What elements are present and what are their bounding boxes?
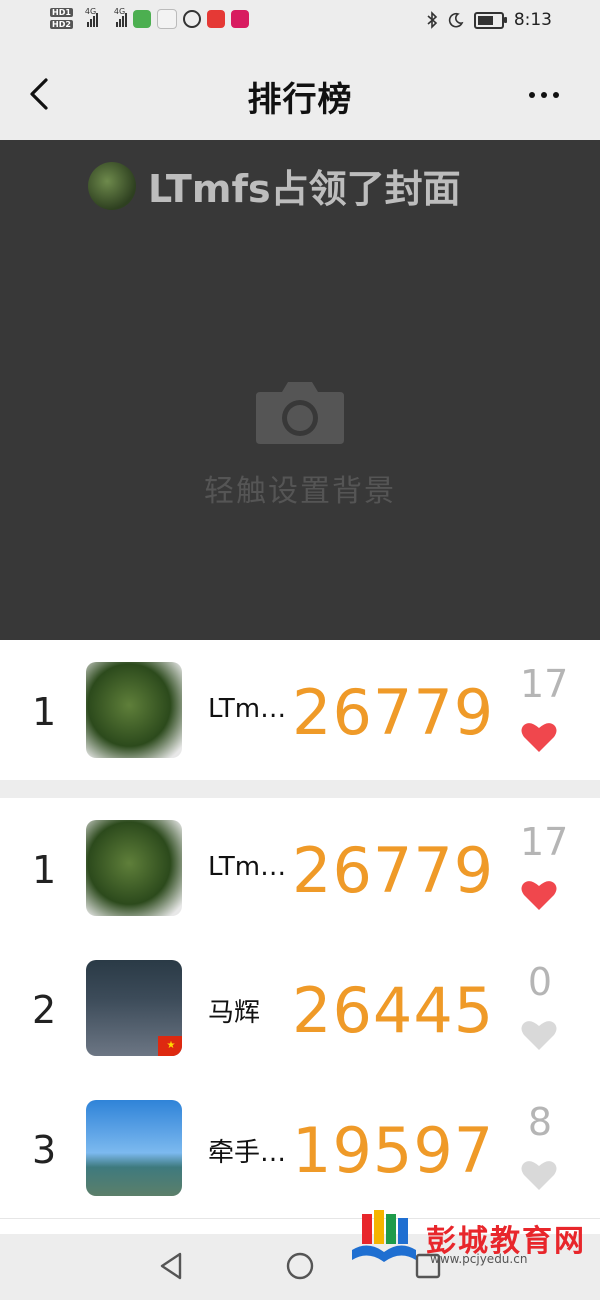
avatar[interactable] [86, 662, 182, 758]
cover-owner: LTmfs占领了封面 [88, 158, 461, 213]
status-icons-right: 8:13 [426, 10, 552, 30]
watermark-url: www.pcjyedu.cn [430, 1252, 528, 1266]
camera-icon[interactable] [254, 376, 346, 446]
signal2-icon: 4G [114, 7, 127, 27]
rank-number: 1 [32, 848, 57, 892]
app-icon-red [230, 9, 249, 28]
step-count: 26779 [292, 676, 495, 749]
set-background-hint[interactable]: 轻触设置背景 [0, 466, 600, 510]
cover-area[interactable]: LTmfs占领了封面 轻触设置背景 [0, 140, 600, 640]
step-count: 19597 [292, 1114, 495, 1187]
user-name: 马辉 [208, 998, 261, 1028]
book-logo-icon [352, 1210, 416, 1262]
cover-owner-text: LTmfs占领了封面 [148, 167, 461, 211]
rank-number: 2 [32, 988, 57, 1032]
like-count: 8 [527, 1100, 553, 1144]
heart-icon[interactable] [520, 720, 558, 754]
sim-indicators: HD1 HD2 [50, 8, 73, 29]
list-item[interactable]: 2 ★ 马辉 26445 0 [0, 938, 600, 1079]
rank-number: 3 [32, 1128, 57, 1172]
status-icons-left: HD1 HD2 4G 4G [50, 7, 249, 29]
heart-icon[interactable] [520, 1018, 558, 1052]
my-rank-row[interactable]: 1 LTm… 26779 17 [0, 640, 600, 780]
battery-icon [473, 11, 507, 29]
user-name: 牵手… [208, 1138, 287, 1168]
app-icon-huawei [206, 9, 225, 28]
header: 排行榜 [0, 48, 600, 140]
page-title: 排行榜 [247, 80, 353, 120]
watermark: 彭城教育网 www.pcjyedu.cn [350, 1210, 600, 1270]
nav-back-icon[interactable] [156, 1250, 188, 1282]
moon-icon [448, 12, 464, 28]
signal1-icon: 4G [85, 7, 98, 27]
avatar[interactable]: ★ [86, 960, 182, 1056]
step-count: 26779 [292, 834, 495, 907]
list-item[interactable]: 1 LTm… 26779 17 [0, 798, 600, 939]
sim1-hd-icon: HD1 [50, 8, 73, 17]
like-count: 17 [520, 820, 569, 864]
like-count: 17 [520, 662, 569, 706]
like-count: 0 [527, 960, 553, 1004]
china-flag-icon: ★ [158, 1036, 182, 1056]
status-bar: HD1 HD2 4G 4G 8:13 [0, 0, 600, 48]
list-item[interactable]: 3 牵手… 19597 8 [0, 1078, 600, 1219]
rank-number: 1 [32, 690, 57, 734]
heart-icon[interactable] [520, 878, 558, 912]
app-icon-green [132, 9, 151, 28]
sim2-hd-icon: HD2 [50, 20, 73, 29]
more-menu-button[interactable] [524, 80, 564, 110]
cover-owner-avatar [88, 161, 136, 210]
nav-home-icon[interactable] [284, 1250, 316, 1282]
globe-icon [182, 9, 201, 28]
avatar[interactable] [86, 1100, 182, 1196]
user-name: LTm… [208, 694, 287, 724]
heart-icon[interactable] [520, 1158, 558, 1192]
app-icon-bird [156, 8, 177, 29]
step-count: 26445 [292, 974, 495, 1047]
clock: 8:13 [513, 10, 552, 30]
avatar[interactable] [86, 820, 182, 916]
section-divider [0, 780, 600, 798]
user-name: LTm… [208, 852, 287, 882]
bluetooth-icon [427, 11, 437, 29]
